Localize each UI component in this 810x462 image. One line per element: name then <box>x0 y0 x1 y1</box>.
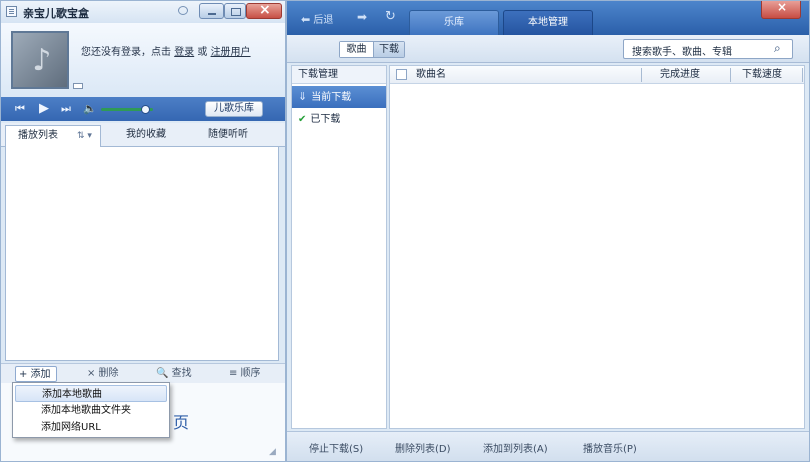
resize-grip-icon[interactable]: ◢ <box>269 447 281 457</box>
close-icon[interactable] <box>761 0 801 19</box>
sidebar-item-current-downloads[interactable]: ⇓ 当前下载 <box>292 86 386 108</box>
column-song-name[interactable]: 歌曲名 <box>416 66 446 84</box>
sidebar-item-label: 当前下载 <box>311 92 352 103</box>
next-icon[interactable]: ⏭ <box>59 102 73 116</box>
skin-icon[interactable] <box>177 5 191 17</box>
right-title-bar[interactable]: ⬅ 后退 ➡ ↻ 乐库 本地管理 <box>287 0 809 35</box>
column-progress[interactable]: 完成进度 <box>660 66 732 84</box>
forward-arrow-icon[interactable]: ➡ <box>357 10 367 24</box>
download-icon: ⇓ <box>298 90 308 103</box>
previous-icon[interactable]: ⏮ <box>13 102 27 116</box>
login-prompt: 您还没有登录，点击 登录 或 注册用户 <box>81 43 251 58</box>
login-link[interactable]: 登录 <box>174 47 194 58</box>
close-icon[interactable] <box>246 2 282 19</box>
window-title: 亲宝儿歌宝盒 <box>23 7 89 20</box>
view-switch: 歌曲 下载 <box>339 41 405 58</box>
kids-library-button[interactable]: 儿歌乐库 <box>205 101 263 117</box>
player-controls: ⏮ ▶ ⏭ 🔈 儿歌乐库 <box>1 97 285 121</box>
play-music-button[interactable]: 播放音乐(P) <box>583 440 637 455</box>
playlist-tabs: 播放列表 ⇅ ▾ 我的收藏 随便听听 <box>1 123 285 147</box>
table-header: 歌曲名 完成进度 下载速度 <box>390 66 804 84</box>
tab-music-library[interactable]: 乐库 <box>409 10 499 35</box>
songs-toggle[interactable]: 歌曲 <box>340 42 373 57</box>
login-prefix-text: 您还没有登录，点击 <box>81 47 171 58</box>
select-all-checkbox[interactable] <box>396 69 407 80</box>
sidebar-header: 下载管理 <box>292 66 386 84</box>
back-button[interactable]: ⬅ 后退 <box>301 11 333 26</box>
search-placeholder: 搜索歌手、歌曲、专辑 <box>632 47 732 58</box>
download-table[interactable]: 歌曲名 完成进度 下载速度 <box>389 65 805 429</box>
left-title-bar[interactable]: 亲宝儿歌宝盒 <box>1 1 285 23</box>
add-to-list-button[interactable]: 添加到列表(A) <box>483 440 548 455</box>
menu-item-add-local-folder[interactable]: 添加本地歌曲文件夹 <box>15 402 167 419</box>
add-button[interactable]: + 添加 <box>15 366 57 382</box>
minimize-icon[interactable] <box>199 3 224 19</box>
refresh-icon[interactable]: ↻ <box>385 9 396 24</box>
menu-item-add-local-song[interactable]: 添加本地歌曲 <box>15 385 167 402</box>
order-button[interactable]: ≡ 顺序 <box>229 366 261 382</box>
mini-mode-toggle[interactable] <box>73 83 83 89</box>
back-arrow-icon: ⬅ <box>301 13 311 26</box>
library-window: ⬅ 后退 ➡ ↻ 乐库 本地管理 歌曲 下载 搜索歌手、歌曲、专辑 ⌕ 下载管理… <box>286 0 810 462</box>
add-popup-menu: 添加本地歌曲 添加本地歌曲文件夹 添加网络URL <box>12 382 170 438</box>
sub-toolbar: 歌曲 下载 搜索歌手、歌曲、专辑 ⌕ <box>287 35 809 63</box>
tab-playlist-label: 播放列表 <box>18 130 58 141</box>
back-label: 后退 <box>313 15 334 26</box>
tab-local-management[interactable]: 本地管理 <box>503 10 593 35</box>
downloads-toggle[interactable]: 下载 <box>373 42 404 57</box>
playlist-list[interactable] <box>5 147 279 361</box>
bottom-action-bar: 停止下载(S) 删除列表(D) 添加到列表(A) 播放音乐(P) <box>287 431 809 461</box>
album-art: ♪ <box>11 31 69 89</box>
volume-icon[interactable]: 🔈 <box>83 102 97 116</box>
column-divider[interactable] <box>730 68 731 82</box>
column-divider[interactable] <box>802 68 803 82</box>
background-text: 页 <box>173 413 190 432</box>
column-divider[interactable] <box>641 68 642 82</box>
search-icon[interactable]: ⌕ <box>774 41 781 56</box>
register-link[interactable]: 注册用户 <box>211 47 251 58</box>
menu-item-add-network-url[interactable]: 添加网络URL <box>15 419 167 436</box>
delete-button[interactable]: × 删除 <box>87 366 119 382</box>
play-icon[interactable]: ▶ <box>37 102 51 116</box>
search-input[interactable]: 搜索歌手、歌曲、专辑 ⌕ <box>623 39 793 59</box>
stop-download-button[interactable]: 停止下载(S) <box>309 440 363 455</box>
sidebar-item-downloaded[interactable]: ✔ 已下载 <box>292 109 386 131</box>
find-button[interactable]: 🔍 查找 <box>156 366 192 382</box>
tab-favorites[interactable]: 我的收藏 <box>105 125 187 147</box>
check-icon: ✔ <box>298 114 307 125</box>
delete-list-button[interactable]: 删除列表(D) <box>395 440 451 455</box>
download-sidebar: 下载管理 ⇓ 当前下载 ✔ 已下载 <box>291 65 387 429</box>
column-speed[interactable]: 下载速度 <box>742 66 802 84</box>
app-menu-icon[interactable] <box>6 6 17 17</box>
user-profile-area: ♪ 您还没有登录，点击 登录 或 注册用户 <box>1 23 285 97</box>
tab-random-listen[interactable]: 随便听听 <box>187 125 269 147</box>
login-mid-text: 或 <box>197 47 208 58</box>
sort-dropdown-icon[interactable]: ⇅ ▾ <box>77 129 97 143</box>
volume-slider-handle[interactable] <box>141 105 150 114</box>
maximize-icon[interactable] <box>224 3 246 19</box>
sidebar-item-label: 已下载 <box>310 114 341 125</box>
music-note-icon: ♪ <box>32 43 52 78</box>
playlist-toolbar: + 添加 × 删除 🔍 查找 ≡ 顺序 <box>1 363 285 383</box>
